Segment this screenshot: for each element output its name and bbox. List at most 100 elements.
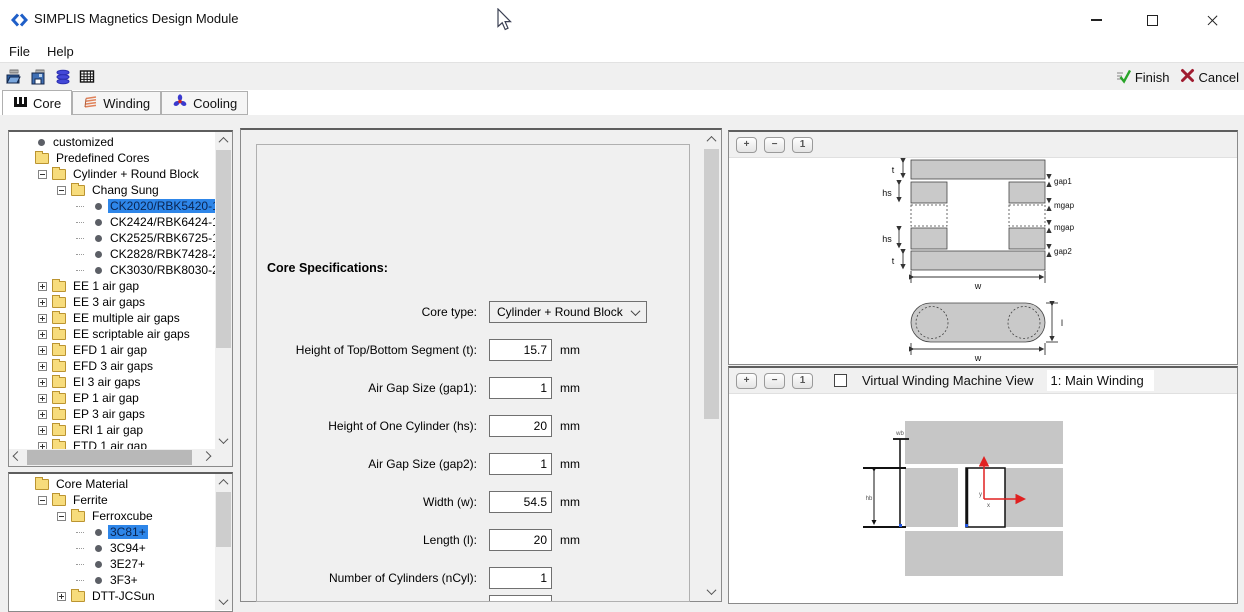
expand-plus-icon[interactable] — [38, 282, 47, 291]
collapse-minus-icon[interactable] — [38, 496, 47, 505]
material-tree-item[interactable]: 3F3+ — [11, 572, 215, 588]
material-tree-item[interactable]: 3C94+ — [11, 540, 215, 556]
vwm-view-checkbox[interactable] — [834, 374, 847, 387]
field-input[interactable]: 54.5 — [489, 491, 552, 513]
tree-item-label[interactable]: EFD 1 air gap — [71, 343, 149, 357]
tab-cooling[interactable]: Cooling — [161, 91, 248, 115]
material-tree-item[interactable]: 3C81+ — [11, 524, 215, 540]
field-input[interactable]: 15.7 — [489, 339, 552, 361]
scroll-up-button[interactable] — [703, 131, 720, 148]
zoom-actual-button[interactable]: 1 — [792, 373, 813, 389]
scroll-up-button[interactable] — [215, 132, 232, 149]
material-tree-item[interactable]: 3E27+ — [11, 556, 215, 572]
tree-item-label[interactable]: EP 3 air gaps — [71, 407, 147, 421]
finish-button[interactable]: Finish — [1115, 68, 1170, 87]
field-input[interactable]: 1 — [489, 377, 552, 399]
tree-item-label[interactable]: EI 3 air gaps — [71, 375, 142, 389]
core-tree-item[interactable]: Predefined Cores — [11, 150, 215, 166]
core-tree-item[interactable]: Cylinder + Round Block — [11, 166, 215, 182]
minimize-button[interactable] — [1073, 0, 1119, 40]
tree-item-label[interactable]: 3E27+ — [108, 557, 147, 571]
scroll-left-button[interactable] — [9, 449, 26, 466]
material-tree-item[interactable]: Ferroxcube — [11, 508, 215, 524]
open-icon[interactable] — [6, 68, 23, 85]
core-tree-item[interactable]: ETD 1 air gap — [11, 438, 215, 449]
core-type-select[interactable]: Cylinder + Round Block — [489, 301, 647, 323]
field-input[interactable]: 20 — [489, 415, 552, 437]
tree-item-label[interactable]: CK2525/RBK6725-19 — [108, 231, 215, 245]
core-tree-item[interactable]: EP 3 air gaps — [11, 406, 215, 422]
scroll-down-button[interactable] — [215, 432, 232, 449]
core-tree-item[interactable]: EP 1 air gap — [11, 390, 215, 406]
tree-item-label[interactable]: ETD 1 air gap — [71, 439, 149, 449]
tree-item-label[interactable]: DTT-JCSun — [90, 589, 157, 603]
tree-item-label[interactable]: 3F3+ — [108, 573, 140, 587]
core-tree-item[interactable]: EI 3 air gaps — [11, 374, 215, 390]
winding-selector[interactable]: 1: Main Winding — [1047, 370, 1154, 391]
tree-item-label[interactable]: customized — [51, 135, 116, 149]
form-vscrollbar[interactable] — [703, 131, 720, 600]
save-icon[interactable] — [30, 68, 47, 85]
field-input[interactable]: 20 — [489, 529, 552, 551]
tree-item-label[interactable]: CK2828/RBK7428-21 — [108, 247, 215, 261]
scroll-down-button[interactable] — [703, 583, 720, 600]
core-tree-item[interactable]: EE 1 air gap — [11, 278, 215, 294]
tree-item-label[interactable]: Cylinder + Round Block — [71, 167, 201, 181]
expand-plus-icon[interactable] — [38, 298, 47, 307]
expand-plus-icon[interactable] — [38, 394, 47, 403]
tree-item-label[interactable]: EE multiple air gaps — [71, 311, 182, 325]
scrollbar-thumb[interactable] — [704, 149, 719, 419]
tab-winding[interactable]: Winding — [72, 91, 161, 115]
material-tree-vscrollbar[interactable] — [215, 474, 232, 610]
expand-plus-icon[interactable] — [38, 346, 47, 355]
tree-item-label[interactable]: 3C94+ — [108, 541, 148, 555]
tree-item-label[interactable]: EE 3 air gaps — [71, 295, 147, 309]
tree-item-label[interactable]: 3C81+ — [108, 525, 148, 539]
expand-plus-icon[interactable] — [38, 378, 47, 387]
tree-item-label[interactable]: Ferroxcube — [90, 509, 155, 523]
tree-item-label[interactable]: CK2020/RBK5420-15 — [108, 199, 215, 213]
zoom-in-button[interactable]: + — [736, 373, 757, 389]
scroll-up-button[interactable] — [215, 474, 232, 491]
core-tree-item[interactable]: customized — [11, 134, 215, 150]
collapse-minus-icon[interactable] — [57, 186, 66, 195]
expand-plus-icon[interactable] — [38, 362, 47, 371]
field-input[interactable]: 1 — [489, 453, 552, 475]
core-tree-item[interactable]: CK2828/RBK7428-21 — [11, 246, 215, 262]
core-tree-item[interactable]: EFD 3 air gaps — [11, 358, 215, 374]
core-tree-item[interactable]: ERI 1 air gap — [11, 422, 215, 438]
zoom-out-button[interactable]: − — [764, 373, 785, 389]
tree-item-label[interactable]: CK2424/RBK6424-18 — [108, 215, 215, 229]
tree-item-label[interactable]: Chang Sung — [90, 183, 161, 197]
menu-help[interactable]: Help — [47, 44, 74, 59]
tree-item-label[interactable]: ERI 1 air gap — [71, 423, 145, 437]
menu-file[interactable]: File — [9, 44, 30, 59]
scrollbar-thumb[interactable] — [27, 450, 192, 465]
cancel-button[interactable]: Cancel — [1180, 68, 1239, 86]
material-tree-item[interactable]: Ferrite — [11, 492, 215, 508]
material-tree-item[interactable]: DTT-JCSun — [11, 588, 215, 604]
collapse-minus-icon[interactable] — [57, 512, 66, 521]
database-icon[interactable] — [54, 68, 71, 85]
zoom-in-button[interactable]: + — [736, 137, 757, 153]
expand-plus-icon[interactable] — [38, 442, 47, 450]
scrollbar-thumb[interactable] — [216, 150, 231, 348]
scrollbar-thumb[interactable] — [216, 492, 231, 547]
core-tree-item[interactable]: CK2424/RBK6424-18 — [11, 214, 215, 230]
core-tree-item[interactable]: EE multiple air gaps — [11, 310, 215, 326]
tree-item-label[interactable]: CK3030/RBK8030-23 — [108, 263, 215, 277]
scroll-down-button[interactable] — [215, 593, 232, 610]
core-tree-item[interactable]: CK2525/RBK6725-19 — [11, 230, 215, 246]
expand-plus-icon[interactable] — [38, 410, 47, 419]
tree-item-label[interactable]: EP 1 air gap — [71, 391, 141, 405]
scroll-right-button[interactable] — [198, 449, 215, 466]
core-tree-hscrollbar[interactable] — [9, 449, 215, 466]
maximize-button[interactable] — [1129, 0, 1175, 40]
material-tree-item[interactable]: Core Material — [11, 476, 215, 492]
core-tree-item[interactable]: EFD 1 air gap — [11, 342, 215, 358]
core-tree-item[interactable]: CK3030/RBK8030-23 — [11, 262, 215, 278]
tree-item-label[interactable]: Core Material — [54, 477, 130, 491]
tree-item-label[interactable]: EE 1 air gap — [71, 279, 141, 293]
tree-item-label[interactable]: Ferrite — [71, 493, 110, 507]
collapse-minus-icon[interactable] — [38, 170, 47, 179]
